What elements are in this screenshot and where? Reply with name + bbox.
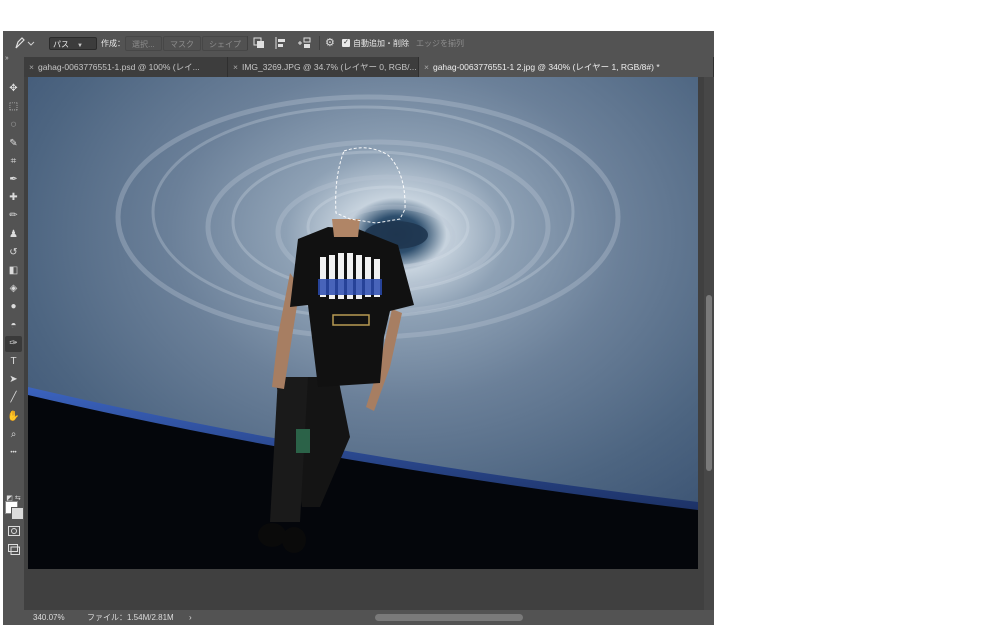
quick-select-tool-icon[interactable]: ✎: [5, 136, 22, 152]
screen-mode-icon[interactable]: [5, 544, 22, 560]
path-operations-icon[interactable]: [252, 31, 266, 55]
chevron-down-icon: ▼: [77, 42, 83, 49]
mode-value: パス: [53, 39, 69, 49]
type-tool-icon[interactable]: T: [5, 354, 22, 370]
paint-bucket-tool-icon[interactable]: ◈: [5, 281, 22, 297]
mores-tool-icon[interactable]: •••: [5, 445, 22, 461]
path-select-tool-icon[interactable]: ➤: [5, 372, 22, 388]
eraser-tool-icon[interactable]: ◧: [5, 263, 22, 279]
tab-label: gahag-0063776551-1.psd @ 100% (レイ...: [37, 62, 200, 72]
quick-mask-icon[interactable]: [5, 526, 22, 542]
mask-button[interactable]: マスク: [163, 35, 201, 51]
status-menu-arrow[interactable]: ›: [189, 610, 192, 625]
document-canvas[interactable]: [28, 77, 698, 569]
tab-img-3269[interactable]: × IMG_3269.JPG @ 34.7% (レイヤー 0, RGB/...: [228, 57, 419, 77]
pen-icon[interactable]: [13, 31, 35, 55]
canvas-image: [28, 77, 698, 569]
path-arrangement-icon[interactable]: [296, 31, 312, 55]
lasso-tool-icon[interactable]: ◌: [5, 117, 22, 133]
blur-tool-icon[interactable]: ●: [5, 299, 22, 315]
auto-add-delete-checkbox[interactable]: ✓ 自動追加・削除: [342, 31, 409, 55]
horizontal-scroll-thumb[interactable]: [375, 614, 523, 621]
vertical-scroll-thumb[interactable]: [706, 295, 712, 471]
background-color-swatch[interactable]: [11, 507, 24, 520]
tab-label: IMG_3269.JPG @ 34.7% (レイヤー 0, RGB/...: [241, 62, 417, 72]
toolbar: ✥ ⬚ ◌ ✎ ⌗ ✒ ✚ ✏ ♟ ↺ ◧ ◈ ● ◓ ✑ T ➤ ╱ ✋ ⌕ ••• ◩ ⇆: [3, 77, 24, 625]
stamp-tool-icon[interactable]: ♟: [5, 227, 22, 243]
line-tool-icon[interactable]: ╱: [5, 390, 22, 406]
file-info: ファイル：1.54M/2.81M: [87, 613, 174, 622]
mode-dropdown[interactable]: パス ▼: [49, 36, 97, 50]
history-brush-tool-icon[interactable]: ↺: [5, 245, 22, 261]
align-edges-option: エッジを揃列: [416, 38, 464, 48]
healing-tool-icon[interactable]: ✚: [5, 190, 22, 206]
vertical-scrollbar[interactable]: [704, 77, 714, 610]
zoom-tool-icon[interactable]: ⌕: [5, 427, 22, 443]
close-icon[interactable]: ×: [29, 62, 34, 72]
pen-tool-icon[interactable]: ✑: [5, 335, 22, 352]
dodge-tool-icon[interactable]: ◓: [5, 318, 22, 334]
check-icon: ✓: [342, 39, 350, 47]
status-bar: 340.07% ファイル：1.54M/2.81M ›: [3, 610, 714, 625]
tab-psd[interactable]: × gahag-0063776551-1.psd @ 100% (レイ...: [24, 57, 228, 77]
crop-tool-icon[interactable]: ⌗: [5, 154, 22, 170]
brush-tool-icon[interactable]: ✏: [5, 208, 22, 224]
eyedropper-tool-icon[interactable]: ✒: [5, 172, 22, 188]
photoshop-window: パス ▼ 作成： 選択... マスク シェイプ ⚙ ✓ 自動追加・削除 エッジを揃…: [3, 31, 714, 625]
shape-button[interactable]: シェイプ: [202, 35, 248, 51]
canvas-area[interactable]: [24, 77, 714, 610]
close-icon[interactable]: ×: [233, 62, 238, 72]
selection-button[interactable]: 選択...: [125, 35, 162, 51]
gear-icon[interactable]: ⚙: [325, 31, 335, 55]
hand-tool-icon[interactable]: ✋: [5, 409, 22, 425]
zoom-level[interactable]: 340.07%: [33, 610, 65, 625]
make-label: 作成：: [101, 38, 125, 48]
document-tabs: × gahag-0063776551-1.psd @ 100% (レイ... × I…: [24, 57, 714, 77]
collapse-panels-icon[interactable]: ››: [5, 55, 9, 62]
options-bar: パス ▼ 作成： 選択... マスク シェイプ ⚙ ✓ 自動追加・削除 エッジを揃…: [3, 31, 714, 55]
auto-add-delete-label: 自動追加・削除: [353, 38, 409, 48]
marquee-tool-icon[interactable]: ⬚: [5, 99, 22, 115]
tab-gahag-jpg[interactable]: × gahag-0063776551-1 2.jpg @ 340% (レイヤー 1…: [419, 57, 714, 77]
tab-label: gahag-0063776551-1 2.jpg @ 340% (レイヤー 1,…: [432, 62, 660, 72]
move-tool-icon[interactable]: ✥: [5, 81, 22, 97]
path-alignment-icon[interactable]: [274, 31, 288, 55]
close-icon[interactable]: ×: [424, 62, 429, 72]
